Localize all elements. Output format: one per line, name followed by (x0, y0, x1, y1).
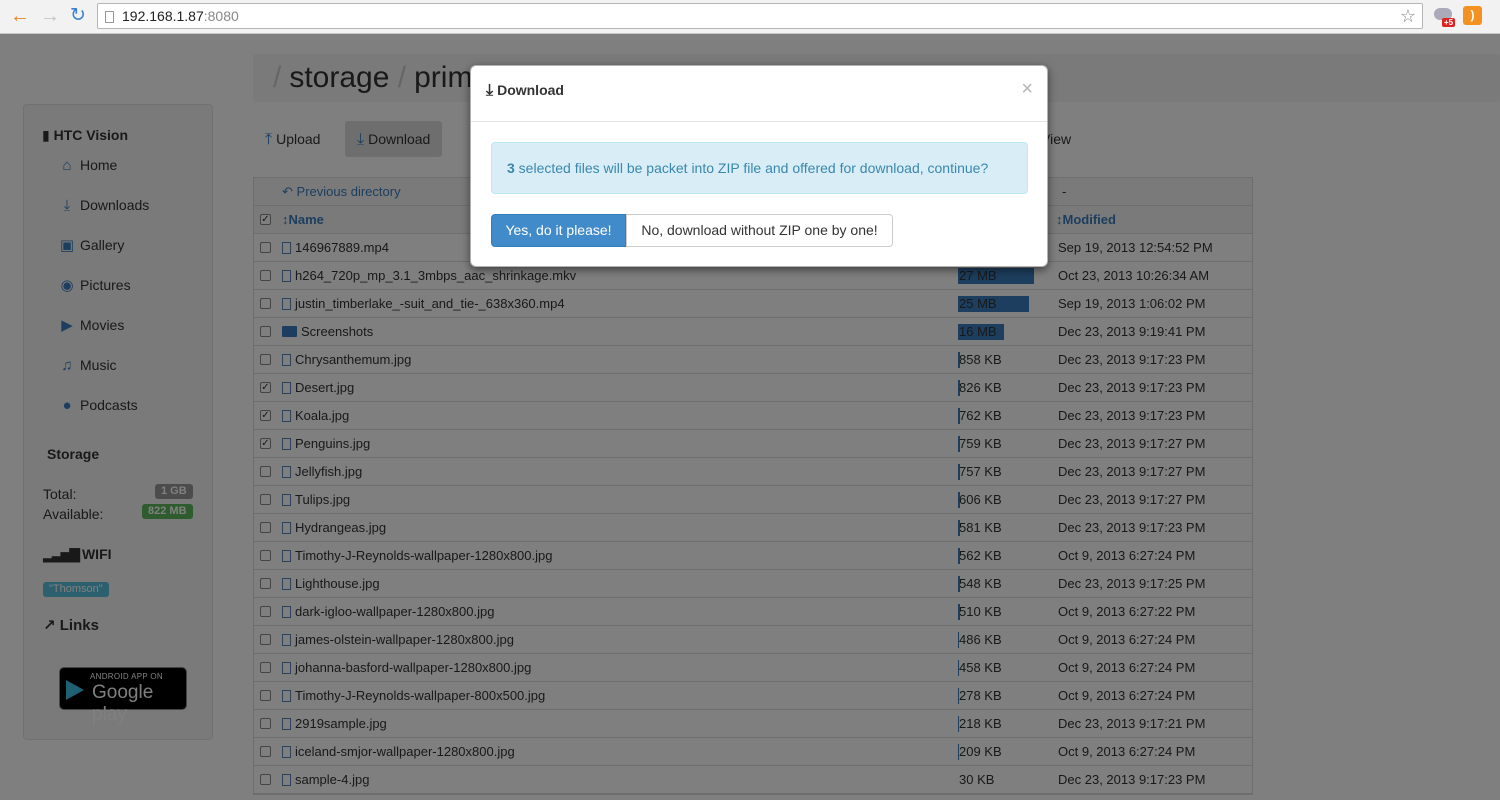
download-modal: ⤓ Download × 3 selected files will be pac… (470, 65, 1048, 267)
modal-title: ⤓ Download (486, 82, 564, 99)
modal-header: ⤓ Download × (471, 66, 1047, 122)
yes-zip-button[interactable]: Yes, do it please! (491, 214, 626, 247)
forward-arrow-icon[interactable]: → (39, 6, 61, 26)
download-icon: ⤓ (486, 82, 494, 99)
weather-extension-icon[interactable]: +5 (1434, 6, 1456, 28)
back-arrow-icon[interactable]: ← (9, 6, 31, 26)
bookmark-star-icon[interactable]: ☆ (1400, 4, 1416, 28)
page-icon (105, 11, 114, 23)
zip-info-alert: 3 selected files will be packet into ZIP… (491, 142, 1028, 194)
browser-toolbar: ← → ↻ 192.168.1.87:8080 ☆ +5 ) (0, 0, 1500, 34)
reload-icon[interactable]: ↻ (67, 6, 89, 26)
rss-icon[interactable]: ) (1463, 6, 1482, 25)
address-bar[interactable]: 192.168.1.87:8080 ☆ (97, 3, 1423, 29)
close-icon[interactable]: × (1021, 78, 1033, 101)
no-zip-button[interactable]: No, download without ZIP one by one! (626, 214, 893, 247)
